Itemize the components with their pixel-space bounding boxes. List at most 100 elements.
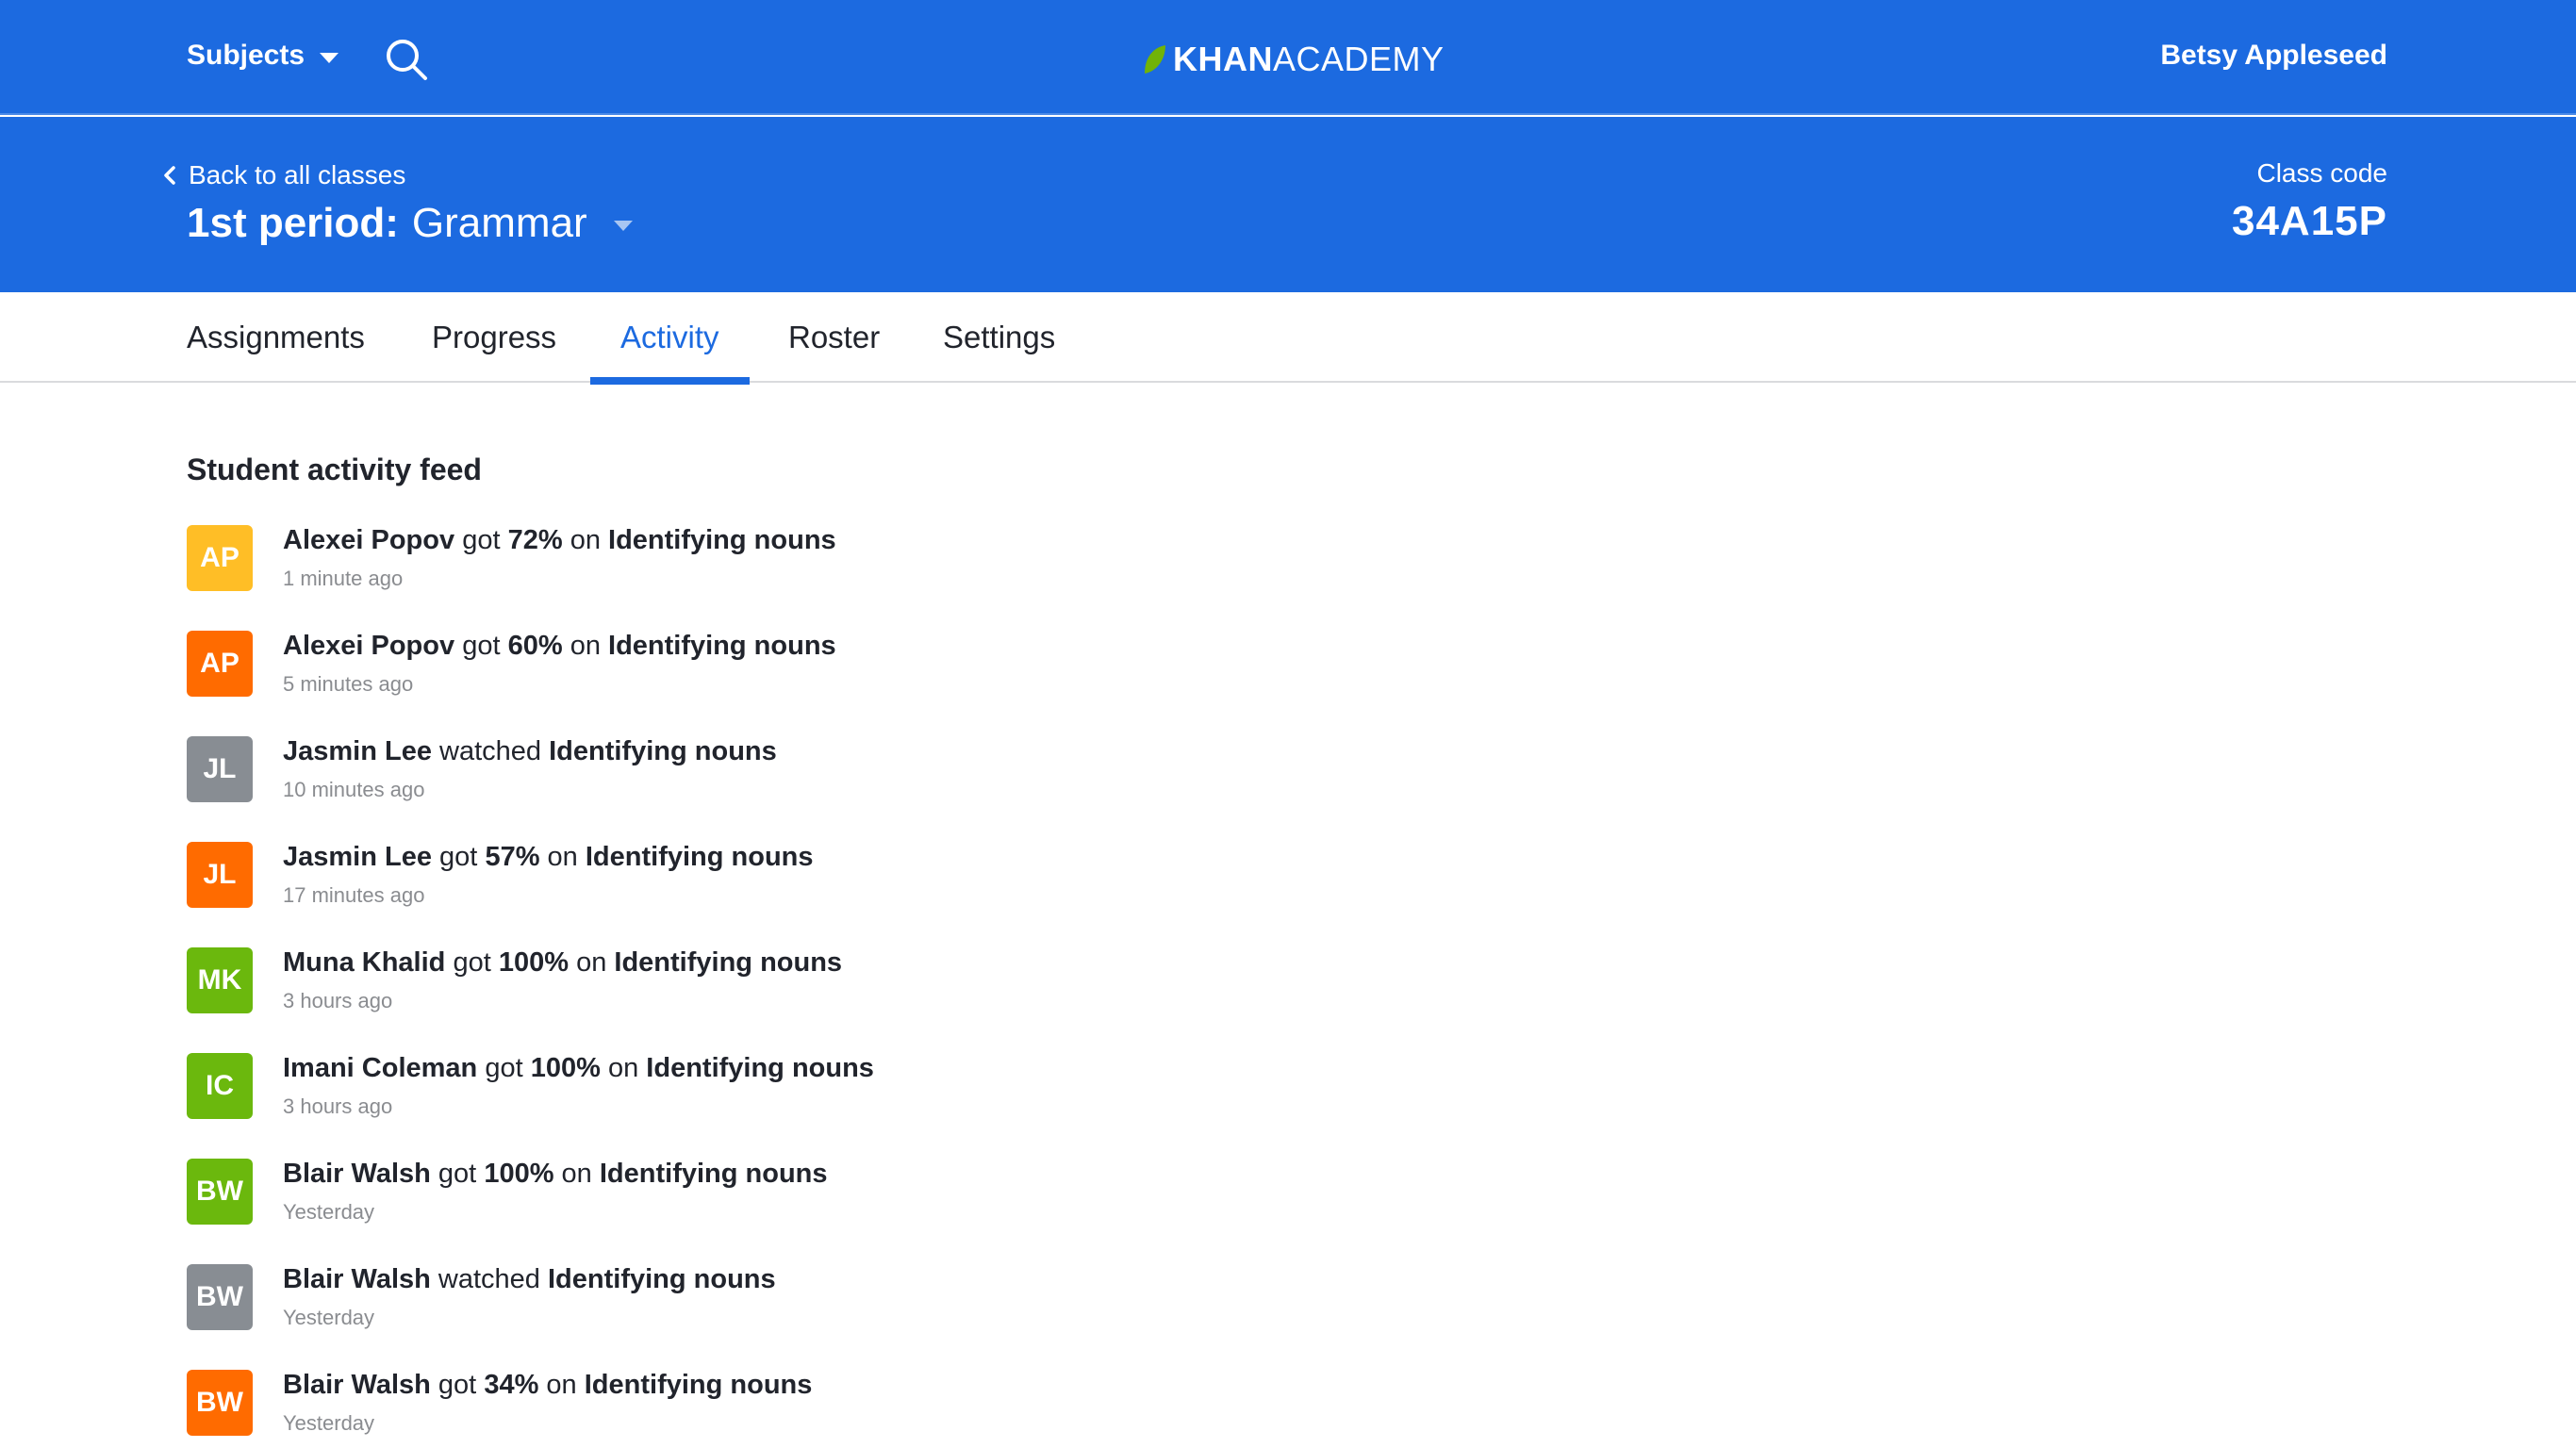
top-nav-bar: Subjects KHANACADEMY Betsy Appleseed	[0, 0, 2576, 115]
feed-item-text: Alexei Popov got 72% on Identifying noun…	[283, 525, 836, 556]
tab-progress[interactable]: Progress	[402, 292, 586, 383]
activity-target: Identifying nouns	[548, 1264, 776, 1294]
activity-verb: got	[439, 842, 478, 872]
activity-prep: on	[576, 947, 607, 978]
activity-time: 3 hours ago	[283, 989, 393, 1012]
logo-wordmark: KHANACADEMY	[1173, 40, 1445, 78]
activity-verb: got	[462, 525, 501, 555]
class-selector[interactable]: 1st period: Grammar	[187, 200, 633, 247]
activity-prep: on	[570, 525, 601, 555]
tab-activity[interactable]: Activity	[590, 292, 750, 385]
activity-score: 100%	[484, 1159, 554, 1189]
activity-verb: got	[438, 1370, 477, 1400]
feed-item-text: Muna Khalid got 100% on Identifying noun…	[283, 947, 842, 979]
student-name: Imani Coleman	[283, 1053, 478, 1083]
student-name: Muna Khalid	[283, 947, 446, 978]
feed-item-text: Imani Coleman got 100% on Identifying no…	[283, 1053, 874, 1084]
leaf-icon	[1145, 45, 1165, 74]
activity-prep: on	[561, 1159, 592, 1189]
student-name: Blair Walsh	[283, 1370, 431, 1400]
avatar: MK	[187, 947, 253, 1013]
tab-roster[interactable]: Roster	[758, 292, 910, 383]
activity-verb: watched	[439, 736, 542, 766]
student-name: Blair Walsh	[283, 1264, 431, 1294]
activity-target: Identifying nouns	[549, 736, 777, 766]
feed-item: MK Muna Khalid got 100% on Identifying n…	[187, 947, 1318, 1023]
user-menu-button[interactable]: Betsy Appleseed	[2160, 40, 2387, 72]
chevron-down-icon	[613, 220, 633, 231]
subjects-label: Subjects	[187, 40, 305, 71]
feed-item-text: Blair Walsh got 100% on Identifying noun…	[283, 1159, 828, 1190]
class-tabs: Assignments Progress Activity Roster Set…	[0, 292, 2576, 385]
avatar: IC	[187, 1053, 253, 1119]
activity-score: 57%	[485, 842, 540, 872]
class-header: Back to all classes 1st period: Grammar …	[0, 117, 2576, 292]
class-code-label: Class code	[2256, 158, 2387, 188]
activity-target: Identifying nouns	[599, 1159, 828, 1189]
student-name: Jasmin Lee	[283, 736, 432, 766]
activity-verb: watched	[438, 1264, 540, 1294]
back-link-label: Back to all classes	[189, 160, 406, 189]
avatar: JL	[187, 736, 253, 802]
tab-settings[interactable]: Settings	[913, 292, 1085, 383]
feed-item-text: Jasmin Lee got 57% on Identifying nouns	[283, 842, 814, 873]
activity-verb: got	[438, 1159, 477, 1189]
feed-title: Student activity feed	[187, 452, 482, 486]
activity-score: 100%	[498, 947, 570, 978]
avatar: BW	[187, 1370, 253, 1436]
student-name: Jasmin Lee	[283, 842, 432, 872]
activity-time: 5 minutes ago	[283, 672, 414, 696]
activity-time: 3 hours ago	[283, 1094, 393, 1118]
avatar: BW	[187, 1264, 253, 1330]
avatar: BW	[187, 1159, 253, 1225]
activity-time: 17 minutes ago	[283, 883, 425, 907]
activity-target: Identifying nouns	[585, 842, 814, 872]
activity-target: Identifying nouns	[608, 525, 836, 555]
feed-item: JL Jasmin Lee watched Identifying nouns …	[187, 736, 1318, 812]
feed-item-text: Jasmin Lee watched Identifying nouns	[283, 736, 777, 767]
activity-prep: on	[546, 1370, 577, 1400]
activity-target: Identifying nouns	[608, 631, 836, 661]
activity-prep: on	[547, 842, 578, 872]
activity-prep: on	[607, 1053, 639, 1083]
activity-score: 72%	[507, 525, 563, 555]
student-name: Alexei Popov	[283, 631, 455, 661]
student-name: Alexei Popov	[283, 525, 455, 555]
feed-item: IC Imani Coleman got 100% on Identifying…	[187, 1053, 1318, 1128]
activity-time: 10 minutes ago	[283, 778, 425, 801]
tab-assignments[interactable]: Assignments	[157, 292, 395, 383]
activity-verb: got	[485, 1053, 523, 1083]
avatar: AP	[187, 631, 253, 697]
feed-item: AP Alexei Popov got 72% on Identifying n…	[187, 525, 1318, 601]
activity-score: 100%	[530, 1053, 601, 1083]
feed-item-text: Alexei Popov got 60% on Identifying noun…	[283, 631, 836, 662]
khan-academy-logo[interactable]: KHANACADEMY	[1143, 38, 1445, 81]
activity-time: Yesterday	[283, 1306, 375, 1329]
student-name: Blair Walsh	[283, 1159, 431, 1189]
activity-score: 34%	[484, 1370, 539, 1400]
feed-item: AP Alexei Popov got 60% on Identifying n…	[187, 631, 1318, 706]
feed-item: JL Jasmin Lee got 57% on Identifying nou…	[187, 842, 1318, 917]
chevron-down-icon	[320, 52, 339, 63]
activity-verb: got	[462, 631, 501, 661]
feed-item-text: Blair Walsh got 34% on Identifying nouns	[283, 1370, 812, 1401]
back-to-classes-link[interactable]: Back to all classes	[162, 160, 405, 190]
activity-time: 1 minute ago	[283, 567, 404, 590]
activity-target: Identifying nouns	[646, 1053, 874, 1083]
feed-item: BW Blair Walsh got 100% on Identifying n…	[187, 1159, 1318, 1234]
activity-time: Yesterday	[283, 1411, 375, 1435]
class-code-value: 34A15P	[2231, 198, 2387, 244]
feed-item: BW Blair Walsh watched Identifying nouns…	[187, 1264, 1318, 1340]
avatar: AP	[187, 525, 253, 591]
activity-target: Identifying nouns	[584, 1370, 813, 1400]
subjects-menu-button[interactable]: Subjects	[187, 40, 339, 72]
chevron-left-icon	[164, 166, 175, 185]
feed-item: BW Blair Walsh got 34% on Identifying no…	[187, 1370, 1318, 1445]
class-subject: Grammar	[411, 200, 587, 246]
activity-time: Yesterday	[283, 1200, 375, 1224]
activity-prep: on	[570, 631, 601, 661]
avatar: JL	[187, 842, 253, 908]
activity-verb: got	[453, 947, 491, 978]
activity-target: Identifying nouns	[614, 947, 843, 978]
search-icon[interactable]	[385, 38, 428, 81]
